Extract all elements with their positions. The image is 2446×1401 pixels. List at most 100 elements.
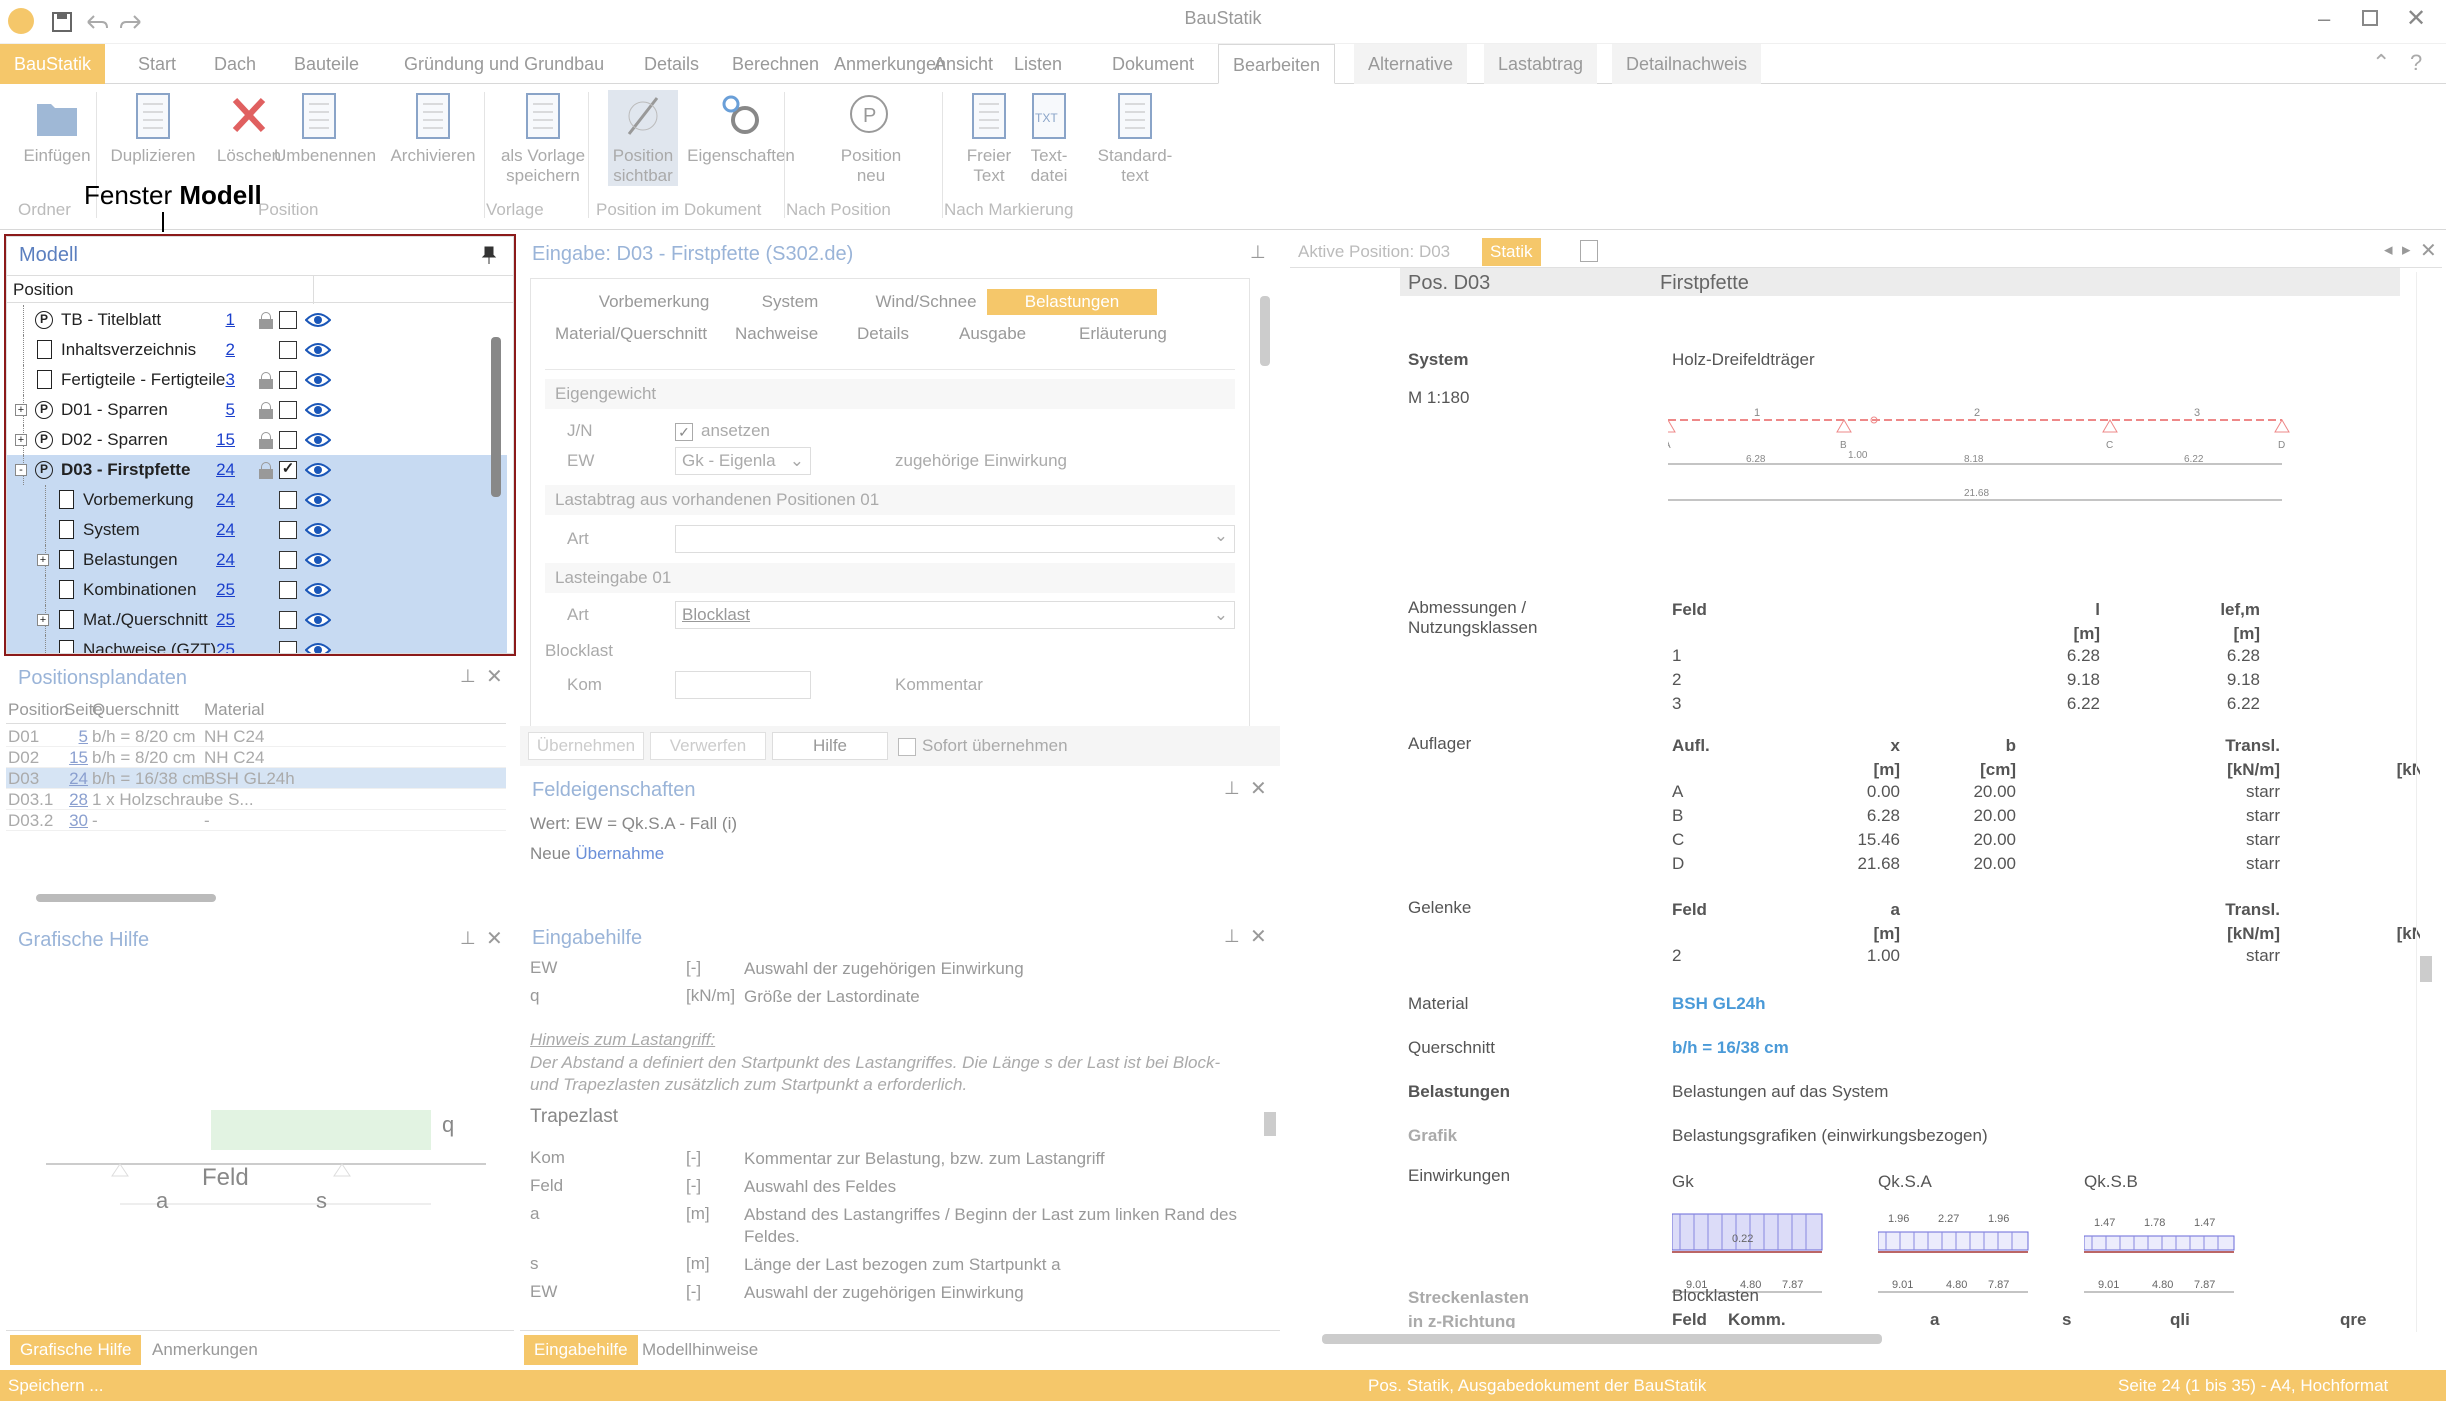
section-eigengewicht[interactable]: Eigengewicht <box>545 379 1235 409</box>
folder-button[interactable]: Einfügen <box>12 90 102 166</box>
art-select[interactable]: ⌄ <box>675 525 1235 553</box>
belastungen-value: Belastungen auf das System <box>1672 1082 1889 1101</box>
chevron-left-icon[interactable]: ◂ <box>2384 240 2393 260</box>
close-icon[interactable]: ✕ <box>2420 238 2437 263</box>
tab-lastabtrag[interactable]: Lastabtrag <box>1484 44 1598 84</box>
plan-cell: - <box>204 811 210 830</box>
field-label: 1 <box>1754 407 1760 419</box>
table-cell: starr <box>2246 854 2280 873</box>
doc-v-scrollbar[interactable] <box>2420 956 2432 982</box>
plan-cell[interactable]: 28 <box>64 790 88 810</box>
tab-grafische-hilfe[interactable]: Grafische Hilfe <box>10 1335 142 1365</box>
plan-row[interactable]: D01 5 b/h = 8/20 cm NH C24 <box>6 726 506 747</box>
plan-cell[interactable]: 24 <box>64 769 88 789</box>
tab-eingabehilfe[interactable]: Eingabehilfe <box>524 1335 638 1365</box>
tab-belastungen[interactable]: Belastungen <box>987 289 1157 315</box>
tab-bauteile[interactable]: Bauteile <box>280 44 373 84</box>
sofort-label: Sofort übernehmen <box>922 736 1068 755</box>
plan-row[interactable]: D03.1 28 1 x Holzschraube S... - <box>6 789 506 810</box>
tab-vorbemerkung[interactable]: Vorbemerkung <box>579 289 729 315</box>
plan-row[interactable]: D03 24 b/h = 16/38 cm BSH GL24h <box>6 768 506 789</box>
plan-cell: D02 <box>8 748 40 767</box>
column-header[interactable]: Material <box>204 700 264 720</box>
tab-aktive-position[interactable]: Aktive Position: D03 <box>1298 242 1450 262</box>
close-icon[interactable]: ✕ <box>486 926 503 951</box>
kom-input[interactable] <box>675 671 811 699</box>
help-icon[interactable]: ? <box>2410 50 2422 76</box>
tab-ansicht[interactable]: Ansicht <box>920 44 1007 84</box>
tab-alternative[interactable]: Alternative <box>1354 44 1468 84</box>
pin-icon[interactable]: ⊥ <box>1250 242 1266 263</box>
duplicate-button[interactable]: Duplizieren <box>108 90 198 166</box>
close-icon[interactable]: ✕ <box>1250 924 1267 949</box>
stdtext-button[interactable]: Standard- text <box>1090 90 1180 186</box>
form-scrollbar[interactable] <box>1260 296 1270 366</box>
plan-row[interactable]: D03.2 30- - <box>6 810 506 831</box>
tab-system[interactable]: System <box>735 289 845 315</box>
pin-icon[interactable]: ⊥ <box>1224 926 1240 947</box>
dim-value: 7.87 <box>1988 1279 2009 1291</box>
blocklasten-label: Blocklasten <box>1672 1286 1759 1305</box>
tab-start[interactable]: Start <box>124 44 190 84</box>
hilfe-button[interactable]: Hilfe <box>772 732 888 760</box>
properties-button[interactable]: Eigenschaften <box>686 90 796 166</box>
verwerfen-button[interactable]: Verwerfen <box>650 732 766 760</box>
textfile-button[interactable]: TXT Text- datei <box>1004 90 1094 186</box>
plan-cell[interactable]: 5 <box>64 727 88 747</box>
section-lasteingabe[interactable]: Lasteingabe 01 <box>545 563 1235 593</box>
tab-anmerkungen[interactable]: Anmerkungen <box>142 1335 268 1365</box>
tab-baustatik[interactable]: BauStatik <box>0 44 106 84</box>
plan-cell[interactable]: 30 <box>64 811 88 831</box>
close-icon[interactable]: ✕ <box>1250 776 1267 801</box>
tab-material-querschnitt[interactable]: Material/Querschnitt <box>547 321 715 347</box>
tab-listen[interactable]: Listen <box>1000 44 1076 84</box>
tab-gründung-und-grundbau[interactable]: Gründung und Grundbau <box>390 44 618 84</box>
tab-modellhinweise[interactable]: Modellhinweise <box>632 1335 768 1365</box>
tab-erläuterung[interactable]: Erläuterung <box>1071 321 1175 347</box>
pin-icon[interactable]: ⊥ <box>460 666 476 687</box>
collapse-ribbon-icon[interactable]: ⌃ <box>2372 50 2390 76</box>
section-lastabtrag[interactable]: Lastabtrag aus vorhandenen Positionen 01 <box>545 485 1235 515</box>
chevron-right-icon[interactable]: ▸ <box>2402 240 2411 260</box>
tab-ausgabe[interactable]: Ausgabe <box>951 321 1034 347</box>
tab-detailnachweis[interactable]: Detailnachweis <box>1612 44 1762 84</box>
einwirkung-name: Qk.S.B <box>2084 1172 2138 1191</box>
tab-statik[interactable]: Statik <box>1482 238 1541 266</box>
tab-dach[interactable]: Dach <box>200 44 270 84</box>
close-icon[interactable]: ✕ <box>486 664 503 689</box>
document-icon[interactable] <box>1580 240 1598 262</box>
visible-button[interactable]: Position sichtbar <box>608 90 678 186</box>
close-icon[interactable]: ✕ <box>2406 4 2426 33</box>
plan-cell: BSH GL24h <box>204 769 295 788</box>
column-header[interactable]: Querschnitt <box>92 700 179 720</box>
dim-label: 6.22 <box>2184 454 2204 465</box>
art2-select[interactable]: Blocklast ⌄ <box>675 601 1235 629</box>
tab-wind-schnee[interactable]: Wind/Schnee <box>871 289 981 315</box>
ansetzen-checkbox[interactable]: ✓ <box>675 423 693 441</box>
minimize-icon[interactable]: – <box>2318 6 2330 32</box>
h-scrollbar[interactable] <box>36 894 216 902</box>
ew-select[interactable]: Gk - Eigenla ⌄ <box>675 447 811 475</box>
pin-icon[interactable]: ⊥ <box>1224 778 1240 799</box>
uebernehmen-button[interactable]: Übernehmen <box>528 732 644 760</box>
template-button[interactable]: als Vorlage speichern <box>498 90 588 186</box>
tab-details[interactable]: Details <box>630 44 713 84</box>
plan-cell[interactable]: 15 <box>64 748 88 768</box>
hilfe-cell: q <box>530 986 540 1005</box>
tab-berechnen[interactable]: Berechnen <box>718 44 833 84</box>
newpos-button[interactable]: P Position neu <box>826 90 916 186</box>
pin-icon[interactable]: ⊥ <box>460 928 476 949</box>
sofort-checkbox[interactable] <box>898 738 916 756</box>
tab-nachweise[interactable]: Nachweise <box>727 321 826 347</box>
archive-button[interactable]: Archivieren <box>388 90 478 166</box>
doc-h-scrollbar[interactable] <box>1322 1334 1882 1344</box>
tab-bearbeiten[interactable]: Bearbeiten <box>1218 44 1336 84</box>
rename-button[interactable]: Umbenennen <box>274 90 376 166</box>
dim-value: 7.87 <box>2194 1279 2215 1291</box>
tab-dokument[interactable]: Dokument <box>1098 44 1208 84</box>
hilfe-scrollbar[interactable] <box>1264 1112 1276 1136</box>
tab-details[interactable]: Details <box>849 321 917 347</box>
column-header[interactable]: Position <box>8 700 68 720</box>
plan-row[interactable]: D02 15 b/h = 8/20 cm NH C24 <box>6 747 506 768</box>
maximize-icon[interactable] <box>2362 10 2378 26</box>
